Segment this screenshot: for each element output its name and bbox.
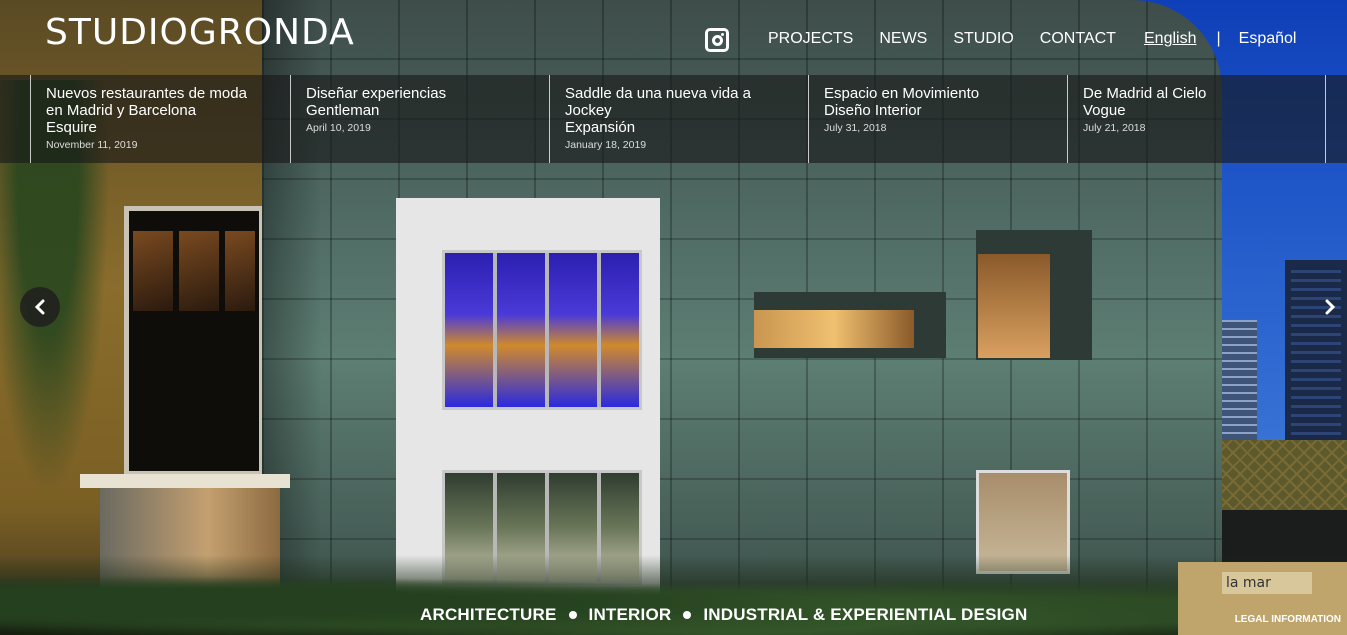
news-item[interactable]: Nuevos restaurantes de moda en Madrid y … bbox=[30, 75, 289, 163]
discipline-architecture[interactable]: ARCHITECTURE bbox=[420, 605, 557, 625]
language-switcher: English | Español bbox=[1144, 30, 1296, 48]
chevron-left-icon bbox=[34, 299, 45, 315]
discipline-interior[interactable]: INTERIOR bbox=[589, 605, 672, 625]
news-date: July 31, 2018 bbox=[824, 122, 887, 134]
instagram-icon[interactable] bbox=[705, 28, 729, 52]
news-title: Diseñar experiencias Gentleman bbox=[306, 85, 447, 119]
news-title: Nuevos restaurantes de moda en Madrid y … bbox=[46, 85, 247, 136]
news-strip: Nuevos restaurantes de moda en Madrid y … bbox=[0, 75, 1347, 163]
left-window bbox=[124, 206, 264, 476]
nav-contact[interactable]: CONTACT bbox=[1040, 30, 1116, 48]
news-item[interactable]: Saddle da una nueva vida a Jockey Expans… bbox=[549, 75, 808, 163]
news-divider bbox=[1325, 75, 1326, 163]
news-date: July 21, 2018 bbox=[1083, 122, 1146, 134]
news-title: Saddle da una nueva vida a Jockey Expans… bbox=[565, 85, 751, 136]
news-item[interactable]: Diseñar experiencias Gentleman April 10,… bbox=[290, 75, 549, 163]
la-mar-sign: la mar bbox=[1222, 572, 1312, 594]
upper-window bbox=[976, 230, 1092, 360]
carousel-prev-button[interactable] bbox=[20, 287, 60, 327]
news-item[interactable]: De Madrid al Cielo Vogue July 21, 2018 bbox=[1067, 75, 1326, 163]
entrance-canopy bbox=[80, 474, 290, 488]
news-title: Espacio en Movimiento Diseño Interior bbox=[824, 85, 980, 119]
chevron-right-icon bbox=[1325, 299, 1336, 315]
news-date: January 18, 2019 bbox=[565, 139, 647, 151]
language-english[interactable]: English bbox=[1144, 30, 1196, 48]
news-item[interactable]: Espacio en Movimiento Diseño Interior Ju… bbox=[808, 75, 1067, 163]
disciplines-tagline: ARCHITECTURE INTERIOR INDUSTRIAL & EXPER… bbox=[420, 605, 1027, 625]
nav-news[interactable]: NEWS bbox=[879, 30, 927, 48]
bullet-separator bbox=[568, 611, 577, 619]
legal-information-link[interactable]: LEGAL INFORMATION bbox=[1235, 614, 1341, 625]
site-logo[interactable]: STUDIOGRONDA bbox=[45, 12, 355, 53]
language-separator: | bbox=[1216, 30, 1221, 47]
hero-stage: la mar STUDIOGRONDA PROJECTS NEWS STUDIO… bbox=[0, 0, 1347, 635]
news-date: November 11, 2019 bbox=[46, 139, 138, 151]
nav-studio[interactable]: STUDIO bbox=[953, 30, 1013, 48]
bar-window-lit bbox=[442, 250, 642, 410]
main-nav: PROJECTS NEWS STUDIO CONTACT bbox=[768, 30, 1142, 48]
carousel-next-button[interactable] bbox=[1310, 287, 1347, 327]
discipline-industrial[interactable]: INDUSTRIAL & EXPERIENTIAL DESIGN bbox=[703, 605, 1027, 625]
news-date: April 10, 2019 bbox=[306, 122, 371, 134]
news-title: De Madrid al Cielo Vogue bbox=[1083, 85, 1207, 119]
language-spanish[interactable]: Español bbox=[1239, 30, 1297, 48]
restaurant-window bbox=[754, 292, 946, 358]
bullet-separator bbox=[683, 611, 692, 619]
nav-projects[interactable]: PROJECTS bbox=[768, 30, 853, 48]
